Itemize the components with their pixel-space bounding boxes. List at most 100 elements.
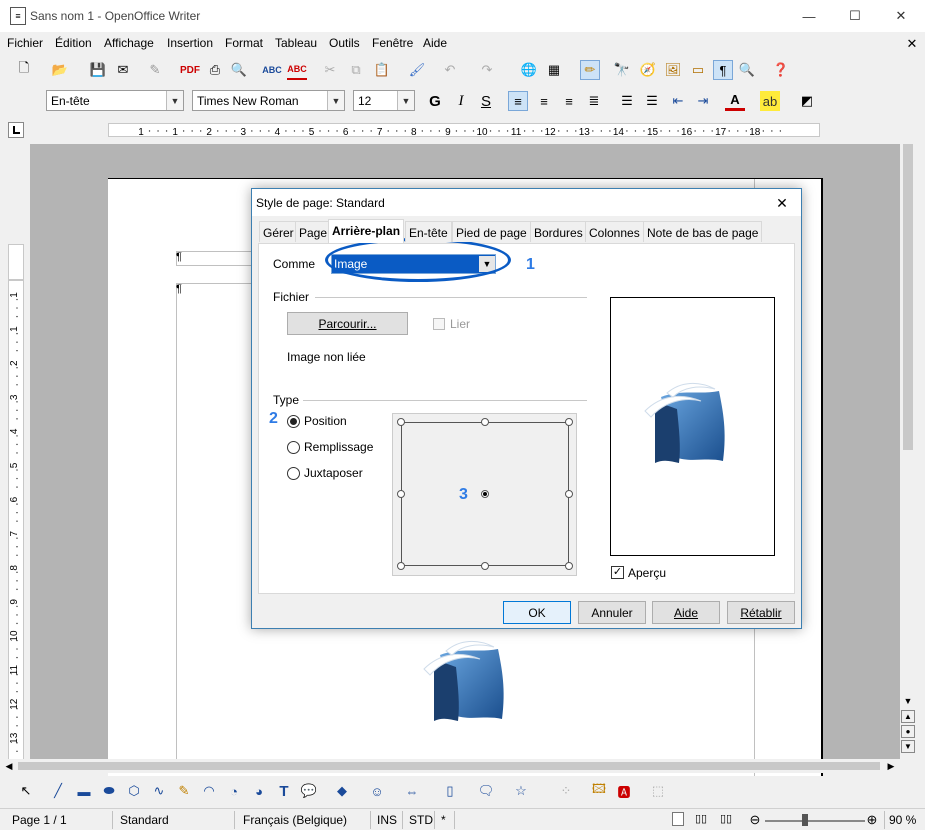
reset-button[interactable]: Rétablir xyxy=(727,601,795,624)
zoom-slider-thumb[interactable] xyxy=(802,814,808,826)
show-draw-functions-icon[interactable]: ✏ xyxy=(580,60,600,80)
paragraph-style-combo[interactable]: En-tête ▼ xyxy=(46,90,184,111)
email-icon[interactable]: ✉ xyxy=(113,60,133,80)
save-icon[interactable]: 💾 xyxy=(88,60,108,80)
block-arrows-icon[interactable]: ⇔ xyxy=(402,781,422,801)
decrease-indent-icon[interactable]: ⇤ xyxy=(668,91,688,111)
font-color-icon[interactable]: A xyxy=(725,91,745,111)
italic-icon[interactable]: I xyxy=(451,91,471,111)
ellipse-pie-icon[interactable]: ◔ xyxy=(224,781,244,801)
background-color-icon[interactable]: ◩ xyxy=(797,91,817,111)
scrollbar-thumb[interactable] xyxy=(903,144,913,450)
book-view-icon[interactable]: ▯▯ xyxy=(717,812,735,826)
status-language[interactable]: Français (Belgique) xyxy=(243,813,347,827)
scroll-right-icon[interactable]: ▶ xyxy=(884,759,898,773)
new-document-icon[interactable]: 🗋 xyxy=(14,60,34,80)
extrusion-icon[interactable]: ⬚ xyxy=(648,781,668,801)
browse-button[interactable]: Parcourir... xyxy=(287,312,408,335)
data-sources-icon[interactable]: ▭ xyxy=(688,60,708,80)
tile-radio[interactable] xyxy=(287,467,300,480)
menu-affichage[interactable]: Affichage xyxy=(104,36,154,50)
status-page[interactable]: Page 1 / 1 xyxy=(12,813,67,827)
align-center-icon[interactable]: ≡ xyxy=(534,91,554,111)
position-bottom-left[interactable] xyxy=(397,562,405,570)
hyperlink-icon[interactable]: 🌐 xyxy=(519,60,539,80)
zoom-out-icon[interactable]: ⊖ xyxy=(749,812,761,826)
chevron-down-icon[interactable]: ▼ xyxy=(166,91,183,110)
position-bottom[interactable] xyxy=(481,562,489,570)
tab-stop-icon[interactable] xyxy=(8,122,24,138)
previous-page-icon[interactable]: ▲ xyxy=(901,710,915,723)
undo-icon[interactable]: ↶ xyxy=(440,60,460,80)
help-icon[interactable]: ❓ xyxy=(771,60,791,80)
edit-file-icon[interactable]: ✎ xyxy=(145,60,165,80)
underline-icon[interactable]: S xyxy=(476,91,496,111)
export-pdf-icon[interactable]: PDF xyxy=(180,60,200,80)
ellipse-icon[interactable]: ⬬ xyxy=(99,781,119,801)
position-bottom-right[interactable] xyxy=(565,562,573,570)
menu-tableau[interactable]: Tableau xyxy=(275,36,317,50)
menu-format[interactable]: Format xyxy=(225,36,263,50)
ok-button[interactable]: OK xyxy=(503,601,571,624)
font-size-combo[interactable]: 12 ▼ xyxy=(353,90,415,111)
spellcheck-icon[interactable]: ABC xyxy=(262,60,282,80)
next-page-icon[interactable]: ▼ xyxy=(901,740,915,753)
hscroll-thumb[interactable] xyxy=(18,762,880,770)
maximize-button[interactable]: ☐ xyxy=(832,0,878,32)
select-icon[interactable]: ↖ xyxy=(16,781,36,801)
horizontal-scrollbar[interactable]: ◀ ▶ xyxy=(0,759,900,773)
help-button[interactable]: Aide xyxy=(652,601,720,624)
bold-icon[interactable]: G xyxy=(425,91,445,111)
stars-icon[interactable]: ☆ xyxy=(511,781,531,801)
font-name-combo[interactable]: Times New Roman ▼ xyxy=(192,90,345,111)
minimize-button[interactable]: — xyxy=(786,0,832,32)
navigation-icon[interactable]: ● xyxy=(901,725,915,738)
table-icon[interactable]: ▦ xyxy=(544,60,564,80)
fill-radio[interactable] xyxy=(287,441,300,454)
curve-icon[interactable]: ∿ xyxy=(149,781,169,801)
cut-icon[interactable]: ✂ xyxy=(320,60,340,80)
position-grid[interactable]: 3 xyxy=(392,413,577,576)
circle-segment-icon[interactable]: ◕ xyxy=(249,781,269,801)
vertical-scrollbar[interactable]: ▼ ▲ ● ▼ xyxy=(900,144,916,756)
position-top[interactable] xyxy=(481,418,489,426)
autospell-icon[interactable]: ABC xyxy=(287,60,307,80)
scroll-down-icon[interactable]: ▼ xyxy=(900,694,916,708)
chevron-down-icon[interactable]: ▼ xyxy=(327,91,344,110)
position-top-left[interactable] xyxy=(397,418,405,426)
menu-outils[interactable]: Outils xyxy=(329,36,360,50)
align-right-icon[interactable]: ≡ xyxy=(559,91,579,111)
callout-icon[interactable]: 💬 xyxy=(299,781,319,801)
status-selection-mode[interactable]: STD xyxy=(409,813,433,827)
position-radio[interactable] xyxy=(287,415,300,428)
symbol-shapes-icon[interactable]: ☺ xyxy=(367,781,387,801)
bullets-icon[interactable]: ☰ xyxy=(642,91,662,111)
arc-icon[interactable]: ◠ xyxy=(199,781,219,801)
paste-icon[interactable]: 📋 xyxy=(372,60,392,80)
position-label[interactable]: Position xyxy=(304,414,347,428)
multi-page-view-icon[interactable]: ▯▯ xyxy=(692,812,710,826)
status-page-style[interactable]: Standard xyxy=(120,813,169,827)
menu-aide[interactable]: Aide xyxy=(423,36,447,50)
redo-icon[interactable]: ↷ xyxy=(477,60,497,80)
justify-icon[interactable]: ≣ xyxy=(584,91,604,111)
position-right[interactable] xyxy=(565,490,573,498)
position-center-selected[interactable] xyxy=(481,490,489,498)
navigator-icon[interactable]: 🧭 xyxy=(638,60,658,80)
preview-checkbox[interactable]: ✓ xyxy=(611,566,624,579)
polygon-icon[interactable]: ⬡ xyxy=(124,781,144,801)
menu-fichier[interactable]: Fichier xyxy=(7,36,43,50)
gallery-icon[interactable]: 🖼 xyxy=(663,60,683,80)
dialog-close-icon[interactable]: ✕ xyxy=(772,193,792,213)
rectangle-icon[interactable]: ▬ xyxy=(74,781,94,801)
chevron-down-icon[interactable]: ▼ xyxy=(397,91,414,110)
formatting-marks-icon[interactable]: ¶ xyxy=(713,60,733,80)
menu-fenetre[interactable]: Fenêtre xyxy=(372,36,413,50)
menu-edition[interactable]: Édition xyxy=(55,36,92,50)
text-icon[interactable]: T xyxy=(274,781,294,801)
clone-format-icon[interactable]: 🖌 xyxy=(407,60,427,80)
from-file-icon[interactable]: 🖾 xyxy=(589,781,609,801)
basic-shapes-icon[interactable]: ◆ xyxy=(332,781,352,801)
vertical-ruler[interactable]: 11234567891011121314 xyxy=(8,280,24,795)
highlight-icon[interactable]: ab xyxy=(760,91,780,111)
